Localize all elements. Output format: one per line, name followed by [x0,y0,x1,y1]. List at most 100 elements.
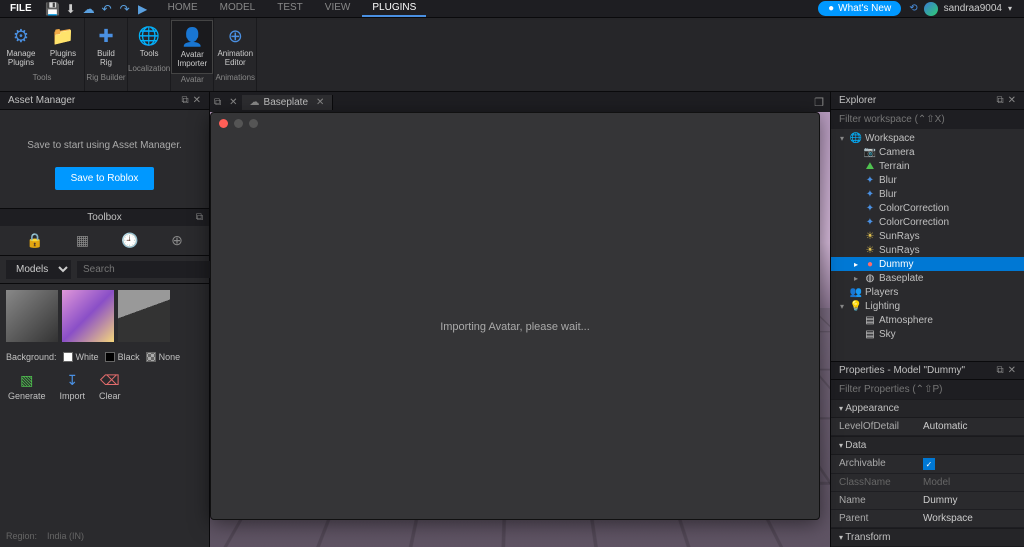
explorer-filter-input[interactable] [831,110,1024,129]
ribbon-tools[interactable]: 🌐Tools [128,20,170,63]
search-input[interactable] [77,261,221,278]
undo-icon[interactable]: ↶ [100,2,114,16]
tree-item-colorcorrection[interactable]: ✦ColorCorrection [831,215,1024,229]
tree-item-terrain[interactable]: ⛰Terrain [831,159,1024,173]
minimize-dialog-button[interactable] [234,119,243,128]
sky-icon: ▤ [864,328,876,340]
close-tab-icon[interactable]: ✕ [316,97,324,108]
tree-item-sunrays[interactable]: ☀SunRays [831,243,1024,257]
tree-item-players[interactable]: 👥Players [831,285,1024,299]
ribbon-avatar-importer[interactable]: 👤Avatar Importer [171,20,213,74]
user-menu[interactable]: ⟲ sandraa9004 ▾ [901,2,1020,16]
tree-item-sunrays[interactable]: ☀SunRays [831,229,1024,243]
generate-button[interactable]: ▧Generate [8,372,46,401]
explorer-header: Explorer ⧉✕ [831,92,1024,110]
dummy-icon: ● [864,258,876,270]
cloud-icon[interactable]: ☁ [82,2,96,16]
popout-icon[interactable]: ⧉ [996,365,1003,376]
tree-item-blur[interactable]: ✦Blur [831,187,1024,201]
toolbox-tab-grid[interactable]: ▦ [76,232,89,249]
ribbon-group-label: Rig Builder [86,72,125,83]
prop-row[interactable]: ParentWorkspace [831,510,1024,528]
tree-item-baseplate[interactable]: ▸◍Baseplate [831,271,1024,285]
menubar: FILE 💾 ⬇ ☁ ↶ ↷ ▶ HOMEMODELTESTVIEWPLUGIN… [0,0,1024,18]
ribbon: ⚙Manage Plugins📁Plugins FolderTools ✚Buil… [0,18,1024,92]
tree-item-camera[interactable]: 📷Camera [831,145,1024,159]
close-icon[interactable]: ✕ [193,95,201,106]
maximize-icon[interactable]: ❐ [808,96,830,109]
prop-row[interactable]: ClassNameModel [831,474,1024,492]
toolbox-tab-lock[interactable]: 🔒 [26,232,43,249]
tree-item-lighting[interactable]: ▾💡Lighting [831,299,1024,313]
region-label: Region: [6,531,37,541]
import-button[interactable]: ↧Import [60,372,86,401]
save-icon[interactable]: 💾 [46,2,60,16]
bg-white[interactable]: White [63,352,99,362]
whats-new-button[interactable]: ●What's New [818,1,901,16]
prop-row[interactable]: LevelOfDetailAutomatic [831,418,1024,436]
ribbon-group-label: Animations [215,72,255,83]
toolbox-tab-marketplace[interactable]: ⊕ [171,232,183,249]
region-select[interactable]: India (IN) [47,531,84,541]
close-dialog-button[interactable] [219,119,228,128]
download-icon[interactable]: ⬇ [64,2,78,16]
menu-tab-test[interactable]: TEST [267,0,313,17]
prop-section-data[interactable]: Data [831,436,1024,455]
popout-icon[interactable]: ⧉ [181,95,188,106]
ribbon-icon: 📁 [51,24,75,48]
menu-tab-home[interactable]: HOME [158,0,208,17]
ribbon-build-rig[interactable]: ✚Build Rig [85,20,127,72]
popout-icon[interactable]: ⧉ [996,95,1003,106]
chevron-down-icon[interactable]: ▾ [1008,4,1012,13]
menu-tab-view[interactable]: VIEW [315,0,361,17]
prop-section-transform[interactable]: Transform [831,528,1024,547]
bg-none[interactable]: None [146,352,181,362]
ribbon-group-label: Tools [33,72,52,83]
category-select[interactable]: Models [6,260,71,279]
username-label: sandraa9004 [944,3,1002,14]
close-icon[interactable]: ✕ [1008,95,1016,106]
ribbon-manage-plugins[interactable]: ⚙Manage Plugins [0,20,42,72]
save-to-roblox-button[interactable]: Save to Roblox [55,167,155,190]
blur-icon: ✦ [864,188,876,200]
maximize-dialog-button[interactable] [249,119,258,128]
ribbon-icon: 🌐 [137,24,161,48]
asset-thumbnail[interactable] [118,290,170,342]
workspace-icon: 🌐 [850,132,862,144]
ribbon-icon: ⚙ [9,24,33,48]
menu-tab-model[interactable]: MODEL [210,0,266,17]
redo-icon[interactable]: ↷ [118,2,132,16]
popout-icon[interactable]: ⧉ [196,212,203,223]
prop-section-appearance[interactable]: Appearance [831,399,1024,418]
file-menu[interactable]: FILE [4,3,38,14]
tree-item-atmosphere[interactable]: ▤Atmosphere [831,313,1024,327]
share-icon[interactable]: ⟲ [909,3,917,14]
tree-item-dummy[interactable]: ▸●Dummy [831,257,1024,271]
ribbon-plugins-folder[interactable]: 📁Plugins Folder [42,20,84,72]
asset-thumbnail[interactable] [6,290,58,342]
tree-item-workspace[interactable]: ▾🌐Workspace [831,131,1024,145]
terrain-icon: ⛰ [864,160,876,172]
bg-black[interactable]: Black [105,352,140,362]
toolbox-tab-recent[interactable]: 🕘 [121,232,138,249]
prop-row[interactable]: Archivable✓ [831,455,1024,474]
checkbox-icon[interactable]: ✓ [923,458,935,470]
properties-header: Properties - Model "Dummy" ⧉✕ [831,362,1024,380]
tree-item-blur[interactable]: ✦Blur [831,173,1024,187]
atmosphere-icon: ▤ [864,314,876,326]
properties-filter-input[interactable] [831,380,1024,399]
clear-button[interactable]: ⌫Clear [99,372,121,401]
tree-item-sky[interactable]: ▤Sky [831,327,1024,341]
close-icon[interactable]: ✕ [1008,365,1016,376]
tree-item-colorcorrection[interactable]: ✦ColorCorrection [831,201,1024,215]
close-icon[interactable]: ✕ [225,97,241,108]
asset-thumbnail[interactable] [62,290,114,342]
ribbon-animation-editor[interactable]: ⊕Animation Editor [214,20,256,72]
background-label: Background: [6,352,57,362]
popout-icon[interactable]: ⧉ [210,97,225,108]
prop-row[interactable]: NameDummy [831,492,1024,510]
baseplate-icon: ◍ [864,272,876,284]
document-tab[interactable]: ☁ Baseplate ✕ [242,95,334,110]
menu-tab-plugins[interactable]: PLUGINS [362,0,426,17]
play-icon[interactable]: ▶ [136,2,150,16]
